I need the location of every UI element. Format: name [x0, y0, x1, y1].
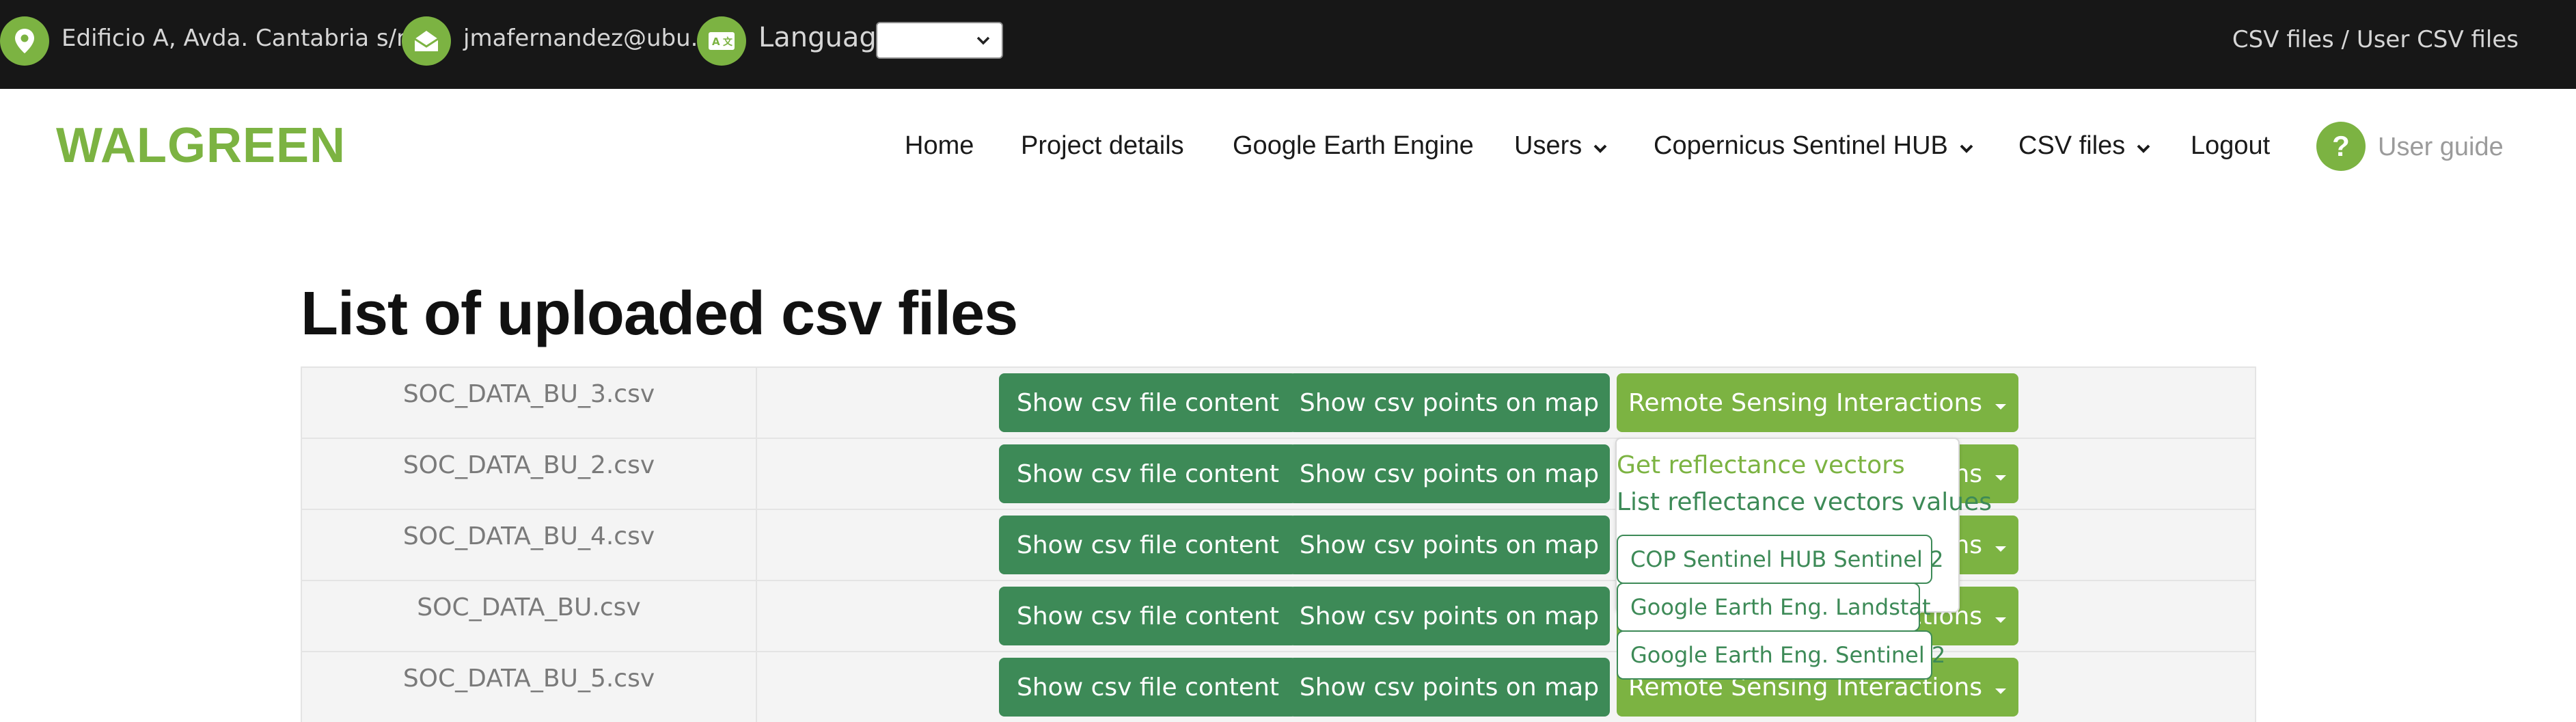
csv-file-name: SOC_DATA_BU.csv	[302, 581, 757, 651]
chevron-down-icon	[1959, 131, 1974, 161]
table-row: SOC_DATA_BU_5.csv Show csv file content …	[301, 651, 2256, 722]
table-row: SOC_DATA_BU.csv Show csv file content Sh…	[301, 580, 2256, 651]
show-csv-content-button[interactable]: Show csv file content	[999, 587, 1297, 645]
nav-home[interactable]: Home	[905, 131, 974, 161]
show-csv-map-button[interactable]: Show csv points on map	[1289, 658, 1610, 717]
csv-file-name: SOC_DATA_BU_4.csv	[302, 510, 757, 580]
get-reflectance-vectors-item[interactable]: Get reflectance vectors	[1617, 451, 1905, 479]
caret-down-icon	[1995, 673, 2007, 701]
caret-down-icon	[1995, 460, 2007, 488]
nav-copernicus[interactable]: Copernicus Sentinel HUB	[1654, 131, 1974, 161]
email-link[interactable]: jmafernandez@ubu.es	[463, 25, 724, 52]
nav-logout[interactable]: Logout	[2191, 131, 2270, 161]
nav-users[interactable]: Users	[1514, 131, 1608, 161]
caret-down-icon	[1995, 531, 2007, 559]
nav-csv-files[interactable]: CSV files	[2018, 131, 2151, 161]
table-row: SOC_DATA_BU_3.csv Show csv file content …	[301, 366, 2256, 438]
show-csv-map-button[interactable]: Show csv points on map	[1289, 587, 1610, 645]
breadcrumb: CSV files / User CSV files	[2232, 26, 2519, 53]
nav-copernicus-label: Copernicus Sentinel HUB	[1654, 131, 1948, 160]
show-csv-content-button[interactable]: Show csv file content	[999, 373, 1297, 432]
map-pin-icon	[0, 16, 49, 66]
list-reflectance-values-item[interactable]: List reflectance vectors values	[1617, 488, 1992, 516]
nav-users-label: Users	[1514, 131, 1582, 160]
remote-sensing-label: Remote Sensing Interactions	[1628, 388, 1983, 417]
show-csv-map-button[interactable]: Show csv points on map	[1289, 444, 1610, 503]
table-row: SOC_DATA_BU_4.csv Show csv file content …	[301, 509, 2256, 580]
show-csv-content-button[interactable]: Show csv file content	[999, 658, 1297, 717]
nav-project-details[interactable]: Project details	[1021, 131, 1184, 161]
brand-logo[interactable]: WALGREEN	[56, 118, 346, 174]
question-icon[interactable]: ?	[2316, 122, 2366, 171]
caret-down-icon	[1995, 602, 2007, 630]
csv-files-table: SOC_DATA_BU_3.csv Show csv file content …	[301, 366, 2256, 722]
gee-sentinel2-option[interactable]: Google Earth Eng. Sentinel 2	[1617, 630, 1945, 680]
nav-csv-files-label: CSV files	[2018, 131, 2126, 160]
remote-sensing-dropdown-button[interactable]: Remote Sensing Interactions	[1617, 373, 2018, 432]
user-guide-link[interactable]: User guide	[2378, 133, 2504, 162]
svg-text:A: A	[712, 36, 720, 48]
language-select[interactable]	[876, 22, 1003, 59]
translate-icon: A文	[697, 16, 746, 66]
nav-google-earth-engine[interactable]: Google Earth Engine	[1233, 131, 1474, 161]
page-title: List of uploaded csv files	[301, 280, 1018, 348]
chevron-down-icon	[2136, 131, 2151, 161]
svg-text:文: 文	[723, 36, 733, 48]
cop-sentinel-hub-option[interactable]: COP Sentinel HUB Sentinel 2	[1617, 535, 1943, 584]
show-csv-map-button[interactable]: Show csv points on map	[1289, 373, 1610, 432]
show-csv-content-button[interactable]: Show csv file content	[999, 516, 1297, 574]
chevron-down-icon	[1593, 131, 1608, 161]
show-csv-content-button[interactable]: Show csv file content	[999, 444, 1297, 503]
address-text: Edificio A, Avda. Cantabria s/n	[61, 25, 411, 52]
gee-landsat-option[interactable]: Google Earth Eng. Landstat	[1617, 583, 1931, 632]
csv-file-name: SOC_DATA_BU_5.csv	[302, 652, 757, 722]
envelope-open-icon	[402, 16, 451, 66]
top-info-bar: Edificio A, Avda. Cantabria s/n jmaferna…	[0, 0, 2576, 89]
csv-file-name: SOC_DATA_BU_3.csv	[302, 368, 757, 438]
csv-file-name: SOC_DATA_BU_2.csv	[302, 439, 757, 509]
caret-down-icon	[1995, 389, 2007, 417]
chevron-down-icon	[974, 31, 992, 53]
show-csv-map-button[interactable]: Show csv points on map	[1289, 516, 1610, 574]
